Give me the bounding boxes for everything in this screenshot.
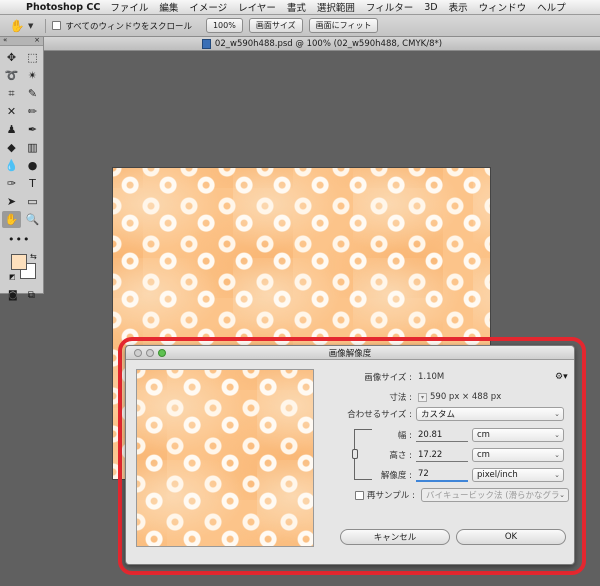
- scroll-all-checkbox[interactable]: [52, 21, 62, 30]
- scroll-all-label: すべてのウィンドウをスクロール: [65, 21, 192, 32]
- color-swatches: ⇆ ◩: [0, 252, 43, 288]
- crop-icon[interactable]: ⌗: [2, 85, 21, 102]
- path-select-icon[interactable]: ➤: [2, 193, 21, 210]
- cancel-button[interactable]: キャンセル: [340, 529, 450, 545]
- minimize-window-button[interactable]: [146, 349, 154, 357]
- image-size-dialog: 画像解像度 ⚙▾ 画像サイズ : 1.10M 寸法 : ▾ 590 px × 4…: [125, 345, 575, 565]
- resample-checkbox[interactable]: [355, 490, 364, 500]
- fill-screen-button[interactable]: 画面にフィット: [308, 18, 379, 33]
- document-title: 02_w590h488.psd @ 100% (02_w590h488, CMY…: [214, 38, 443, 49]
- menu-layer[interactable]: レイヤー: [238, 0, 276, 14]
- menu-edit[interactable]: 編集: [159, 0, 178, 14]
- menu-window[interactable]: ウィンドウ: [479, 0, 527, 14]
- divider: [45, 18, 47, 33]
- fit-screen-button[interactable]: 画面サイズ: [248, 18, 303, 33]
- dialog-title: 画像解像度: [328, 348, 372, 359]
- tools-panel-header[interactable]: « ×: [0, 36, 43, 46]
- menu-3d[interactable]: 3D: [424, 2, 437, 13]
- tools-panel: « × ✥ ⬚ ➰ ✴ ⌗ ✎ ✕ ✏ ♟ ✒ ◆ ▥ 💧 ● ✑ T ➤ ▭ ✋ 🔍 ••• ⇆ ◩ ◙ ⧉: [0, 36, 44, 301]
- history-brush-icon[interactable]: ✒: [23, 121, 42, 138]
- width-field[interactable]: 20.81: [416, 429, 468, 442]
- eyedropper-icon[interactable]: ✎: [23, 85, 42, 102]
- collapse-icon[interactable]: «: [3, 36, 7, 44]
- dimensions-menu-button[interactable]: ▾: [418, 392, 427, 402]
- foreground-color-swatch[interactable]: [11, 254, 27, 270]
- chevron-down-icon[interactable]: ▼: [28, 22, 33, 30]
- resolution-field[interactable]: 72: [416, 469, 468, 482]
- gear-icon[interactable]: ⚙▾: [555, 372, 568, 382]
- fit-to-value: カスタム: [421, 410, 456, 420]
- dialog-titlebar[interactable]: 画像解像度: [126, 346, 574, 360]
- hand-icon[interactable]: ✋: [2, 211, 21, 228]
- menu-help[interactable]: ヘルプ: [537, 0, 566, 14]
- move-icon[interactable]: ✥: [2, 49, 21, 66]
- close-window-button[interactable]: [134, 349, 142, 357]
- fit-to-label: 合わせるサイズ :: [347, 410, 412, 420]
- healing-brush-icon[interactable]: ✕: [2, 103, 21, 120]
- menu-bar: Photoshop CC ファイル 編集 イメージ レイヤー 書式 選択範囲 フ…: [0, 0, 600, 15]
- height-field[interactable]: 17.22: [416, 449, 468, 462]
- height-unit-select[interactable]: cm ⌄: [472, 448, 564, 462]
- default-colors-icon[interactable]: ◩: [9, 273, 16, 281]
- width-value: 20.81: [418, 429, 443, 440]
- image-size-value: 1.10M: [418, 372, 445, 382]
- hand-tool-preset-icon[interactable]: ✋: [8, 18, 26, 34]
- zoom-window-button[interactable]: [158, 349, 166, 357]
- chevron-down-icon: ⌄: [554, 410, 560, 418]
- chevron-down-icon: ⌄: [554, 471, 560, 479]
- dimensions-label: 寸法 :: [389, 393, 412, 403]
- resample-method-select[interactable]: バイキュービック法 (滑らかなグラデー... ⌄: [421, 488, 569, 502]
- stamp-icon[interactable]: ♟: [2, 121, 21, 138]
- marquee-icon[interactable]: ⬚: [23, 49, 42, 66]
- swap-colors-icon[interactable]: ⇆: [30, 252, 37, 261]
- resolution-label: 解像度 :: [380, 471, 412, 481]
- options-bar: ✋ ▼ すべてのウィンドウをスクロール 100% 画面サイズ 画面にフィット: [0, 15, 600, 37]
- menu-select[interactable]: 選択範囲: [317, 0, 355, 14]
- tool-grid: ✥ ⬚ ➰ ✴ ⌗ ✎ ✕ ✏ ♟ ✒ ◆ ▥ 💧 ● ✑ T ➤ ▭ ✋ 🔍: [0, 46, 43, 231]
- chevron-down-icon: ⌄: [554, 431, 560, 439]
- menu-type[interactable]: 書式: [287, 0, 306, 14]
- magic-wand-icon[interactable]: ✴: [23, 67, 42, 84]
- shape-icon[interactable]: ▭: [23, 193, 42, 210]
- resolution-value: 72: [418, 469, 429, 479]
- resolution-unit-value: pixel/inch: [477, 470, 518, 480]
- resolution-unit-select[interactable]: pixel/inch ⌄: [472, 468, 564, 482]
- close-icon[interactable]: ×: [34, 36, 40, 44]
- image-size-label: 画像サイズ :: [364, 373, 412, 383]
- blur-icon[interactable]: 💧: [2, 157, 21, 174]
- zoom-100-button[interactable]: 100%: [205, 18, 243, 33]
- height-unit-value: cm: [477, 450, 490, 460]
- menu-file[interactable]: ファイル: [110, 0, 148, 14]
- eraser-icon[interactable]: ◆: [2, 139, 21, 156]
- menu-filter[interactable]: フィルター: [366, 0, 413, 14]
- dodge-icon[interactable]: ●: [23, 157, 42, 174]
- gradient-icon[interactable]: ▥: [23, 139, 42, 156]
- resample-method-value: バイキュービック法 (滑らかなグラデー...: [426, 491, 560, 501]
- lasso-icon[interactable]: ➰: [2, 67, 21, 84]
- document-tab[interactable]: 02_w590h488.psd @ 100% (02_w590h488, CMY…: [44, 37, 600, 51]
- fit-to-select[interactable]: カスタム ⌄: [416, 407, 564, 421]
- psd-file-icon: [201, 38, 211, 49]
- chevron-down-icon: ⌄: [559, 491, 565, 499]
- chevron-down-icon: ⌄: [554, 451, 560, 459]
- width-label: 幅 :: [397, 431, 412, 441]
- more-tools-icon[interactable]: •••: [0, 233, 43, 246]
- height-label: 高さ :: [389, 451, 412, 461]
- screen-mode-icon[interactable]: ⧉: [28, 290, 35, 301]
- menu-image[interactable]: イメージ: [189, 0, 227, 14]
- width-unit-select[interactable]: cm ⌄: [472, 428, 564, 442]
- image-preview[interactable]: [136, 369, 314, 547]
- resample-label: 再サンプル :: [367, 491, 415, 501]
- menu-app-name[interactable]: Photoshop CC: [26, 2, 100, 13]
- brush-icon[interactable]: ✏: [23, 103, 42, 120]
- type-icon[interactable]: T: [23, 175, 42, 192]
- dimensions-value: 590 px × 488 px: [430, 392, 502, 402]
- pen-icon[interactable]: ✑: [2, 175, 21, 192]
- zoom-icon[interactable]: 🔍: [23, 211, 42, 228]
- menu-view[interactable]: 表示: [449, 0, 468, 14]
- quick-mask-icon[interactable]: ◙: [8, 290, 18, 301]
- ok-button[interactable]: OK: [456, 529, 566, 545]
- width-unit-value: cm: [477, 430, 490, 440]
- height-value: 17.22: [418, 449, 443, 460]
